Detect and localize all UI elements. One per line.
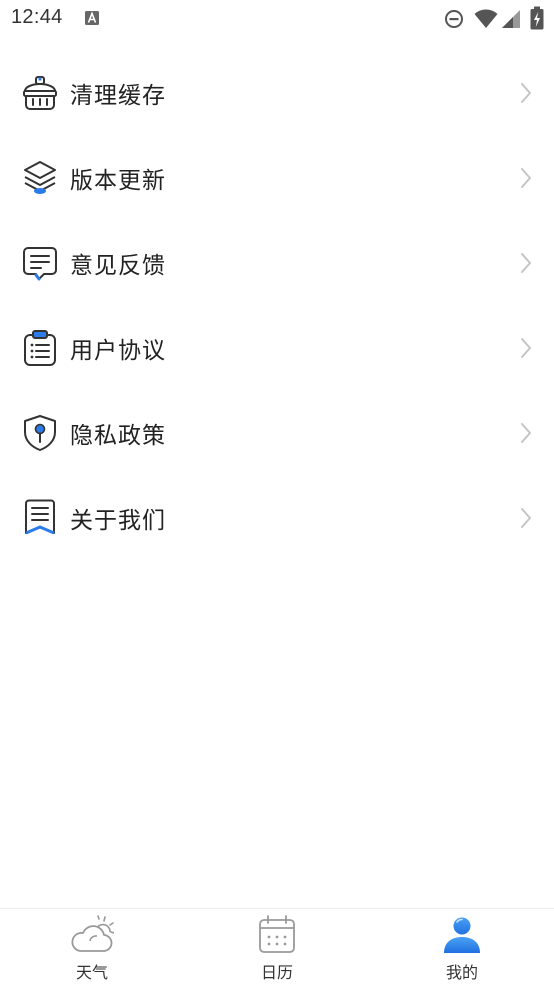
menu-item-version-update[interactable]: 版本更新: [0, 135, 554, 220]
chevron-right-icon: [521, 337, 531, 358]
menu-item-user-agreement[interactable]: 用户协议: [0, 305, 554, 390]
status-time: 12:44: [11, 6, 63, 28]
broom-basket-icon: [23, 75, 57, 110]
tab-weather[interactable]: 天气: [0, 909, 184, 984]
menu-item-label: 清理缓存: [70, 82, 166, 109]
menu-item-label: 隐私政策: [70, 422, 166, 449]
menu-item-feedback[interactable]: 意见反馈: [0, 220, 554, 305]
menu-item-clear-cache[interactable]: 清理缓存: [0, 50, 554, 135]
menu-item-privacy-policy[interactable]: 隐私政策: [0, 390, 554, 475]
menu-item-label: 关于我们: [70, 507, 166, 534]
chevron-right-icon: [521, 252, 531, 273]
user-icon: [444, 915, 480, 953]
menu-item-label: 版本更新: [70, 167, 166, 194]
status-bar: 12:44: [0, 0, 554, 38]
tab-calendar[interactable]: 日历: [185, 909, 369, 984]
battery-charging-icon: [530, 6, 544, 30]
tab-mine[interactable]: 我的: [370, 909, 554, 984]
tab-label: 天气: [75, 963, 108, 982]
tab-label: 日历: [260, 963, 293, 982]
menu-item-label: 用户协议: [70, 337, 166, 364]
chevron-right-icon: [521, 507, 531, 528]
feedback-chat-icon: [23, 246, 57, 280]
menu-item-about-us[interactable]: 关于我们: [0, 475, 554, 560]
tab-label: 我的: [445, 963, 478, 982]
bottom-tab-bar: 天气 日历 我的: [0, 908, 554, 984]
clipboard-icon: [24, 329, 56, 366]
chevron-right-icon: [521, 82, 531, 103]
cloud-sun-icon: [71, 915, 114, 952]
shield-key-icon: [24, 414, 56, 451]
do-not-disturb-icon: [445, 10, 463, 28]
signal-icon: [502, 10, 520, 28]
layers-icon: [24, 160, 56, 194]
notification-a-icon: [85, 11, 99, 25]
menu-item-label: 意见反馈: [70, 252, 166, 279]
bookmark-doc-icon: [25, 499, 55, 534]
settings-menu-list: 清理缓存 版本更新 意见反馈 用户协议 隐私政策 关于我们: [0, 50, 554, 560]
calendar-icon: [259, 915, 295, 953]
wifi-icon: [474, 9, 498, 28]
chevron-right-icon: [521, 422, 531, 443]
chevron-right-icon: [521, 167, 531, 188]
